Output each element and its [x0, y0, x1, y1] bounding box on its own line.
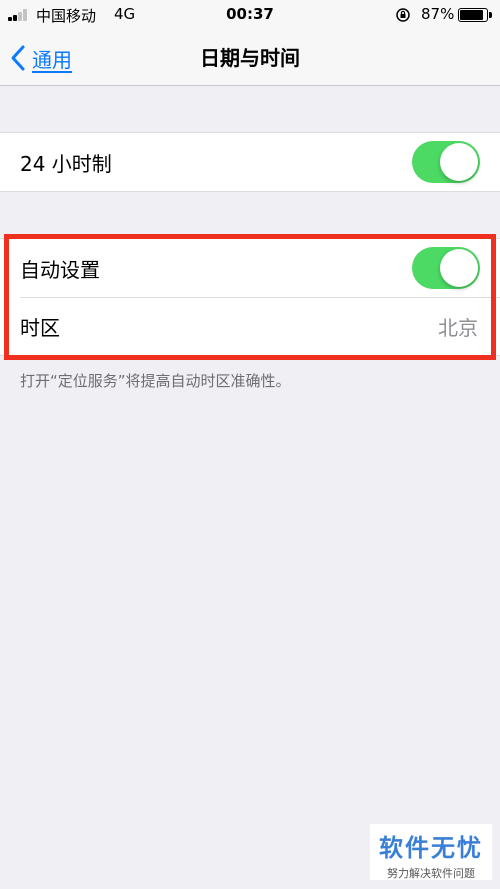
time-zone-value: 北京: [438, 315, 478, 340]
group-24-hour: 24 小时制: [0, 132, 500, 192]
toggle-auto-set[interactable]: [412, 247, 480, 289]
orientation-lock-icon: [396, 8, 410, 22]
battery-percentage: 87%: [421, 5, 455, 23]
cell-time-zone-label: 时区: [20, 315, 60, 340]
watermark-subtitle: 努力解决软件问题: [387, 867, 475, 880]
cell-24-hour[interactable]: 24 小时制: [0, 133, 500, 191]
battery-icon: [458, 8, 492, 22]
cell-24-hour-label: 24 小时制: [20, 151, 112, 176]
group-auto-time: 自动设置 时区 北京: [0, 238, 500, 356]
page-title: 日期与时间: [200, 46, 300, 70]
watermark-logo: 软件无忧 努力解决软件问题: [370, 824, 492, 880]
watermark-title: 软件无忧: [379, 834, 483, 862]
status-bar: 中国移动 4G 00:37 87%: [0, 0, 500, 30]
cell-time-zone[interactable]: 时区 北京: [0, 297, 500, 355]
navigation-bar: 通用 日期与时间: [0, 30, 500, 86]
cell-auto-set[interactable]: 自动设置: [0, 239, 500, 297]
toggle-24-hour[interactable]: [412, 141, 480, 183]
footnote-text: 打开“定位服务”将提高自动时区准确性。: [20, 372, 291, 390]
cell-auto-set-label: 自动设置: [20, 257, 100, 282]
